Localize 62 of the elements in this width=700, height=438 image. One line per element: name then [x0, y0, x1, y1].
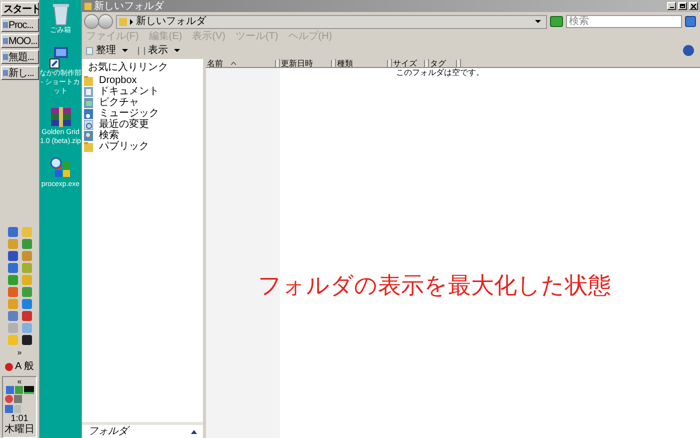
forward-button[interactable] [98, 14, 113, 29]
folder-icon [119, 17, 127, 26]
favorite-link[interactable]: ドキュメント [84, 87, 203, 97]
tray-collapse-text[interactable]: « [17, 377, 22, 386]
ime-indicator[interactable]: A 般 [15, 359, 34, 374]
favorite-link[interactable]: Dropbox [84, 76, 203, 86]
minimize-button[interactable] [667, 2, 676, 10]
column-header[interactable]: サイズ [392, 59, 429, 68]
taskbar-button[interactable]: 新し... [0, 66, 38, 80]
search-button[interactable] [685, 16, 696, 27]
app-icon [2, 54, 8, 60]
dropdown-arrow-icon [122, 49, 128, 52]
folders-bar[interactable]: フォルダ [82, 422, 203, 438]
address-text: 新しいフォルダ [136, 16, 208, 27]
search-field[interactable]: 検索 [566, 15, 682, 28]
close-button[interactable] [689, 2, 698, 10]
dropdown-arrow-icon [535, 20, 541, 23]
back-button[interactable] [84, 14, 99, 29]
help-button[interactable] [683, 45, 694, 56]
taskbar-button[interactable]: 無題... [0, 50, 38, 64]
taskbar-button[interactable]: MOO... [0, 34, 38, 48]
search-icon [84, 131, 93, 141]
address-bar[interactable]: 新しいフォルダ [116, 14, 547, 28]
dropdown-arrow-icon [174, 49, 180, 52]
column-header[interactable]: 種類 [336, 59, 392, 68]
views-icon [138, 46, 145, 54]
favorite-link[interactable]: ピクチャ [84, 98, 203, 108]
trash-can-icon [50, 2, 70, 26]
folder-icon [84, 2, 92, 10]
language-icon[interactable] [5, 362, 14, 370]
folder-icon [84, 142, 93, 152]
clock-day[interactable]: 木曜日 [4, 424, 34, 436]
favorite-link[interactable]: 最近の変更 [84, 120, 203, 130]
taskbar-button[interactable]: Proc... [0, 18, 38, 32]
annotation-text: フォルダの表示を最大化した状態 [258, 271, 611, 300]
document-icon [84, 87, 93, 97]
favorites-heading: お気に入りリンク [88, 61, 169, 74]
clock-document-icon [84, 120, 93, 130]
close-icon [691, 4, 696, 8]
refresh-button[interactable] [550, 16, 563, 27]
views-button[interactable]: 表示 [138, 43, 180, 58]
chevron-icon [130, 18, 133, 24]
maximize-button[interactable] [678, 2, 687, 10]
organize-button[interactable]: 整理 [86, 43, 128, 58]
clock-time[interactable]: 1:01 [10, 413, 28, 424]
favorite-link[interactable]: ミュージック [84, 109, 203, 119]
archive-books-icon [48, 106, 72, 128]
column-header[interactable]: タグ [429, 59, 461, 68]
window-title: 新しいフォルダ [94, 0, 166, 12]
app-icon [2, 70, 8, 76]
app-icon [2, 22, 8, 28]
folder-icon [84, 76, 93, 86]
picture-icon [84, 98, 93, 108]
favorite-link[interactable]: 検索 [84, 131, 203, 141]
favorite-link[interactable]: パブリック [84, 142, 203, 152]
app-icon [2, 38, 8, 44]
organize-icon [86, 46, 93, 54]
empty-folder-message: このフォルダは空です。 [396, 68, 484, 78]
collapse-caret-icon [191, 430, 197, 434]
column-header[interactable]: 更新日時 [280, 59, 336, 68]
tray-expand-text[interactable]: » [17, 349, 22, 357]
window-magnifier-icon [48, 156, 72, 180]
